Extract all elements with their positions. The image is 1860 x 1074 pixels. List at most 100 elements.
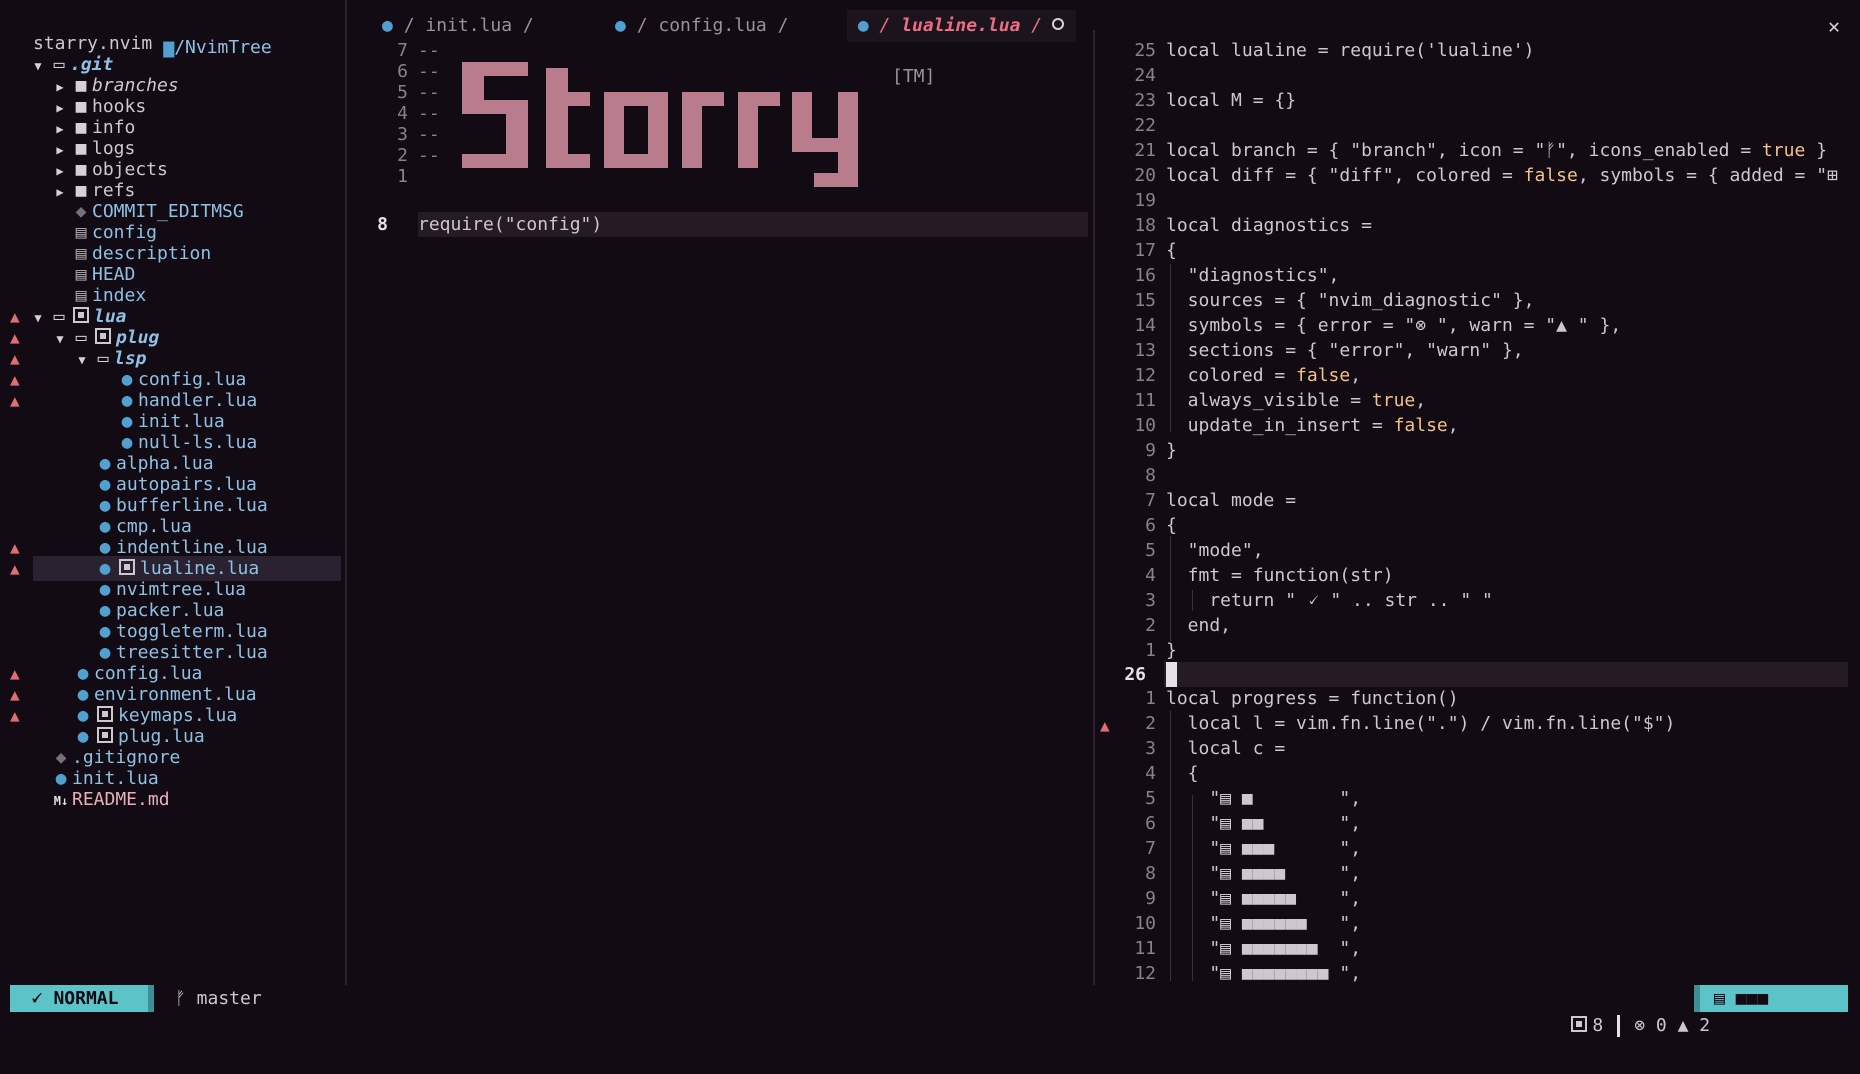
chevron-down-icon: ▼ — [78, 353, 86, 367]
line-number: 12 — [1134, 365, 1156, 386]
progress-indicator: ▤ ■■■ — [1700, 985, 1848, 1012]
code-line: { — [1166, 515, 1177, 536]
code-line: "▤ ■■■■■■ ", — [1166, 913, 1362, 934]
code-line: symbols = { error = "⊗ ", warn = "▲ " }, — [1166, 315, 1622, 336]
line-number: 22 — [1134, 115, 1156, 136]
indent-guide — [1170, 264, 1171, 432]
line-number: 14 — [1134, 315, 1156, 336]
starry-logo — [462, 62, 892, 187]
trademark-label: [TM] — [892, 66, 936, 87]
line-number: 6 — [1145, 515, 1156, 536]
line-number: 11 — [1134, 390, 1156, 411]
git-branch-icon: ᚠ — [175, 988, 186, 1009]
error-icon: ⊗ — [1634, 1015, 1646, 1036]
chevron-down-icon: ▼ — [34, 59, 42, 73]
lua-icon: ● — [615, 15, 626, 36]
line-number: 1 — [397, 166, 408, 187]
warning-sign-icon: ▲ — [10, 706, 20, 725]
code-line: "▤ ■■ ", — [1166, 813, 1362, 834]
line-number: 9 — [1145, 888, 1156, 909]
mode-separator — [148, 985, 154, 1012]
line-number: 20 — [1134, 165, 1156, 186]
code-line: } — [1166, 440, 1177, 461]
line-number: 13 — [1134, 340, 1156, 361]
tab-config-lua[interactable]: ● / config.lua / — [615, 10, 788, 42]
current-line-number: 26 — [1124, 664, 1146, 685]
git-branch[interactable]: ᚠ master — [175, 985, 262, 1012]
line-number: 8 — [1145, 465, 1156, 486]
code-line: local lualine = require('lualine') — [1166, 40, 1535, 61]
folder-icon: ▆ — [163, 37, 175, 58]
close-icon[interactable]: ✕ — [1828, 10, 1840, 42]
code-line: local mode = — [1166, 490, 1297, 511]
line-number: 15 — [1134, 290, 1156, 311]
modified-icon — [97, 706, 113, 722]
line-number: 24 — [1134, 65, 1156, 86]
code-line: update_in_insert = false, — [1166, 415, 1459, 436]
code-line: end, — [1166, 615, 1232, 636]
chevron-down-icon: ▼ — [34, 311, 42, 325]
code-line: "▤ ■■■■■■■■ ", — [1166, 963, 1362, 984]
starry-logo-art — [462, 62, 858, 187]
code-line: colored = false, — [1166, 365, 1362, 386]
diagnostics-summary[interactable]: 8 ⊗ 0 ▲ 2 — [1525, 985, 1710, 1066]
code-line: require("config") — [418, 214, 603, 235]
warning-icon: ▲ — [1677, 1015, 1689, 1036]
cursorline — [1164, 662, 1848, 687]
code-line: sources = { "nvim_diagnostic" }, — [1166, 290, 1535, 311]
line-number: 10 — [1134, 913, 1156, 934]
file-explorer: ▆/NvimTree starry.nvim ▼ ▭ .git ▶ ■ branches… — [0, 10, 345, 990]
statusline: 🗸 NORMAL ᚠ master 8 ⊗ 0 ▲ 2 ▤ ■■■ — [0, 985, 1860, 1037]
modified-icon — [97, 727, 113, 743]
line-number: 11 — [1134, 938, 1156, 959]
modified-icon — [95, 328, 111, 344]
mode-check-icon: 🗸 — [30, 988, 43, 1009]
line-number: 9 — [1145, 440, 1156, 461]
code-line: always_visible = true, — [1166, 390, 1427, 411]
code-line: local diagnostics = — [1166, 215, 1372, 236]
comment: -- — [418, 145, 440, 166]
line-number: 17 — [1134, 240, 1156, 261]
chevron-down-icon: ▼ — [56, 332, 64, 346]
modified-icon — [119, 559, 135, 575]
line-number: 23 — [1134, 90, 1156, 111]
buffer-icon — [1571, 1016, 1588, 1032]
chevron-right-icon: ▶ — [56, 185, 64, 199]
line-number: 7 — [1145, 838, 1156, 859]
indent-guide — [1170, 536, 1171, 641]
tree-item-readme[interactable]: M↓ README.md — [50, 787, 170, 812]
line-number: 12 — [1134, 963, 1156, 984]
pane-separator[interactable] — [345, 0, 347, 985]
line-number: 8 — [1145, 863, 1156, 884]
line-number: 6 — [1145, 813, 1156, 834]
code-line: fmt = function(str) — [1166, 565, 1394, 586]
line-number: 1 — [1145, 688, 1156, 709]
warning-sign-icon: ▲ — [10, 391, 20, 410]
pane-separator[interactable] — [1093, 30, 1095, 985]
mode-indicator: 🗸 NORMAL — [10, 985, 153, 1012]
tab-lualine-lua[interactable]: ● / lualine.lua / — [847, 10, 1077, 42]
line-number: 5 — [1145, 540, 1156, 561]
code-line: { — [1166, 240, 1177, 261]
modified-icon — [73, 307, 89, 323]
line-number: 19 — [1134, 190, 1156, 211]
code-line: return " 🗸 " .. str .. " " — [1166, 590, 1493, 611]
code-line: "▤ ■■■■ ", — [1166, 863, 1362, 884]
line-number: 4 — [1145, 763, 1156, 784]
code-line: "▤ ■ ", — [1166, 788, 1362, 809]
line-number: 3 — [1145, 738, 1156, 759]
folder-open-icon: ▭ — [97, 348, 109, 369]
line-number: 3 — [1145, 590, 1156, 611]
warning-sign-icon: ▲ — [10, 559, 20, 578]
bufferline: ● / init.lua / ● / config.lua / ● / lual… — [347, 10, 1860, 42]
code-line: "▤ ■■■ ", — [1166, 838, 1362, 859]
line-number: 2 — [1145, 615, 1156, 636]
code-line: local c = — [1166, 738, 1286, 759]
text-cursor — [1166, 662, 1177, 687]
modified-dot-icon[interactable] — [1052, 18, 1065, 30]
markdown-icon: M↓ — [53, 794, 69, 808]
code-line: "▤ ■■■■■ ", — [1166, 888, 1362, 909]
line-number: 2 — [1145, 713, 1156, 734]
indent-guide — [1170, 711, 1171, 981]
indent-guide — [1192, 795, 1193, 981]
